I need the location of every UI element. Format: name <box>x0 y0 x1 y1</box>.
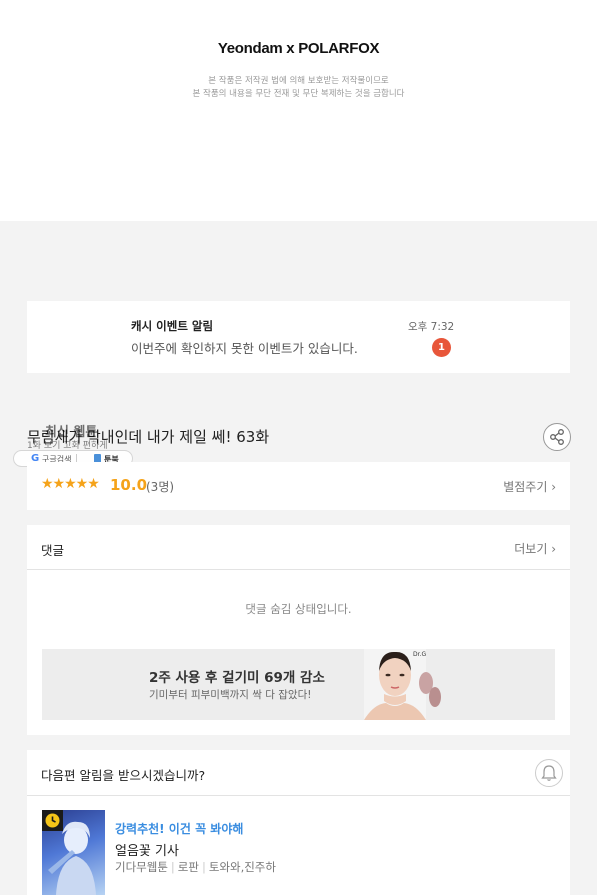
rec-type: 로판 <box>177 860 199 874</box>
notify-bell-button[interactable] <box>535 759 563 787</box>
recommend-label: 강력추천! 이건 꼭 봐야해 <box>115 822 244 836</box>
comments-card: 댓글 더보기 › 댓글 숨김 상태입니다. 2주 사용 후 겉기미 69개 감소… <box>27 525 570 735</box>
give-rating-button[interactable]: 별점주기 › <box>503 478 556 495</box>
ad-product-icon <box>419 672 441 707</box>
rec-genre: 기다무웹툰 <box>115 860 168 874</box>
recommended-thumbnail[interactable] <box>42 810 105 895</box>
ad-headline: 2주 사용 후 겉기미 69개 감소 <box>149 670 325 686</box>
brand-logo: Yeondam x POLARFOX <box>217 40 380 57</box>
next-episode-header: 다음편 알림을 받으시겠습니까? <box>27 750 570 796</box>
clock-icon <box>45 813 60 828</box>
rating-card: ★★★★★ 10.0 (3명) 별점주기 › <box>27 462 570 510</box>
ad-subline: 기미부터 피부미백까지 싹 다 잡았다! <box>149 689 312 701</box>
recommended-meta: 기다무웹툰 | 로판 | 토와와,진주하 <box>115 859 276 875</box>
bell-icon <box>541 765 557 781</box>
share-button[interactable] <box>543 423 571 451</box>
top-banner: Yeondam x POLARFOX 본 작품은 저작권 법에 의해 보호받는 … <box>0 0 597 221</box>
comments-title: 댓글 <box>41 543 65 558</box>
rating-stars: ★★★★★ <box>41 476 100 492</box>
notice-badge: 1 <box>432 338 451 357</box>
notice-title: 캐시 이벤트 알림 <box>131 319 214 333</box>
share-icon <box>550 429 564 445</box>
ad-banner[interactable]: 2주 사용 후 겉기미 69개 감소 기미부터 피부미백까지 싹 다 잡았다! … <box>42 649 555 720</box>
notice-message: 이번주에 확인하지 못한 이벤트가 있습니다. <box>131 341 358 356</box>
meta-divider: | <box>170 860 175 874</box>
notice-time: 오후 7:32 <box>408 321 455 333</box>
recommended-title[interactable]: 얼음꽃 기사 <box>115 840 179 859</box>
comments-more-button[interactable]: 더보기 › <box>514 540 556 557</box>
comments-hidden-message: 댓글 숨김 상태입니다. <box>245 602 352 616</box>
cash-event-notice[interactable]: 캐시 이벤트 알림 이번주에 확인하지 못한 이벤트가 있습니다. 오후 7:3… <box>27 301 570 373</box>
next-episode-card: 다음편 알림을 받으시겠습니까? 강력추천! 이건 꼭 봐야해 얼음꽃 기사 기… <box>27 750 570 895</box>
next-episode-question: 다음편 알림을 받으시겠습니까? <box>41 768 206 783</box>
rec-authors: 토와와,진주하 <box>208 860 276 874</box>
copyright-notice: 본 작품은 저작권 법에 의해 보호받는 저작물이므로 본 작품의 내용을 무단… <box>0 75 597 101</box>
rating-score: 10.0 <box>110 476 148 494</box>
rating-count: (3명) <box>146 480 175 494</box>
comments-header: 댓글 더보기 › <box>27 525 570 570</box>
copyright-line-1: 본 작품은 저작권 법에 의해 보호받는 저작물이므로 <box>208 76 389 86</box>
meta-divider: | <box>201 860 206 874</box>
copyright-line-2: 본 작품의 내용을 무단 전재 및 무단 복제하는 것을 금합니다 <box>192 89 405 99</box>
ad-brand-tag: Dr.G <box>413 651 427 658</box>
wait-free-badge <box>42 810 63 831</box>
